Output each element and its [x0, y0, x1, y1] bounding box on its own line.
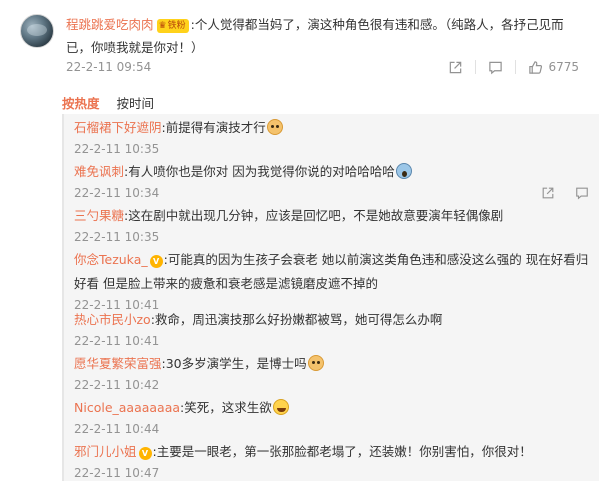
reply-text: :30多岁演学生，是博士吗: [161, 356, 307, 371]
doge-emoji-icon: [307, 355, 324, 371]
reply-time: 22-2-11 10:34: [74, 186, 160, 200]
reply-text: :有人喷你也是你对 因为我觉得你说的对哈哈哈哈: [124, 164, 395, 179]
like-button[interactable]: 6775: [528, 60, 579, 75]
reply-time: 22-2-11 10:42: [74, 378, 160, 392]
reply-list: 石榴裙下好遮阴:前提得有演技才行 22-2-11 10:35 难免讽刺:有人喷你…: [62, 114, 599, 481]
comment-icon: [489, 61, 503, 74]
reply-username[interactable]: 你念Tezuka_: [74, 252, 148, 267]
reply-text: :救命，周迅演技那么好扮嫩都被骂，她可得怎么办啊: [150, 312, 443, 327]
main-comment-username[interactable]: 程跳跳爱吃肉肉: [66, 17, 154, 32]
reply-username[interactable]: Nicole_aaaaaaaa: [74, 400, 180, 415]
comment-icon[interactable]: [575, 186, 589, 200]
like-icon: [529, 60, 543, 74]
scream-emoji-icon: [395, 163, 412, 179]
reply-item: 三勺果糖:这在剧中就出现几分钟，应该是回忆吧，不是她故意要演年轻偶像剧 22-2…: [74, 204, 589, 246]
vip-badge-icon: V: [138, 447, 152, 460]
reply-item: 石榴裙下好遮阴:前提得有演技才行 22-2-11 10:35: [74, 116, 589, 158]
comment-button[interactable]: [488, 60, 503, 75]
share-icon[interactable]: [541, 186, 555, 200]
reply-time: 22-2-11 10:35: [74, 230, 160, 244]
reply-text: :笑死，这求生欲: [180, 400, 272, 415]
main-comment-time: 22-2-11 09:54: [66, 60, 152, 74]
reply-item: 难免讽刺:有人喷你也是你对 因为我觉得你说的对哈哈哈哈 22-2-11 10:3…: [74, 160, 589, 202]
reply-time: 22-2-11 10:41: [74, 334, 160, 348]
doge-emoji-icon: [266, 119, 283, 135]
reply-item: 热心市民小zo:救命，周迅演技那么好扮嫩都被骂，她可得怎么办啊 22-2-11 …: [74, 308, 589, 350]
reply-item: 邪门儿小姐 V:主要是一眼老，第一张那脸都老塌了，还装嫩！你别害怕，你很对！ 22…: [74, 440, 589, 481]
divider: [475, 60, 477, 74]
reply-item: Nicole_aaaaaaaa:笑死，这求生欲 22-2-11 10:44: [74, 396, 589, 438]
reply-text: :前提得有演技才行: [161, 120, 266, 135]
reply-actions: [541, 186, 589, 200]
reply-username[interactable]: 邪门儿小姐: [74, 444, 137, 459]
reply-username[interactable]: 三勺果糖: [74, 208, 124, 223]
tab-hot[interactable]: 按热度: [62, 96, 100, 111]
reply-item: 愿华夏繁荣富强:30多岁演学生，是博士吗 22-2-11 10:42: [74, 352, 589, 394]
reply-text: :这在剧中就出现几分钟，应该是回忆吧，不是她故意要演年轻偶像剧: [124, 208, 504, 223]
share-button[interactable]: [448, 60, 463, 75]
reply-username[interactable]: 难免讽刺: [74, 164, 124, 179]
avatar[interactable]: [20, 14, 54, 48]
reply-text: :主要是一眼老，第一张那脸都老塌了，还装嫩！你别害怕，你很对！: [152, 444, 532, 459]
sort-tabs: 按热度 按时间: [62, 93, 171, 112]
main-comment: 程跳跳爱吃肉肉 ♛铁粉:个人觉得都当妈了，演这种角色很有违和感。（纯路人，各抒己见…: [0, 0, 599, 82]
reply-time: 22-2-11 10:44: [74, 422, 160, 436]
divider: [515, 60, 517, 74]
like-count: 6775: [548, 60, 579, 74]
main-comment-text: 程跳跳爱吃肉肉 ♛铁粉:个人觉得都当妈了，演这种角色很有违和感。（纯路人，各抒己见…: [66, 13, 586, 59]
reply-username[interactable]: 石榴裙下好遮阴: [74, 120, 162, 135]
reply-username[interactable]: 愿华夏繁荣富强: [74, 356, 162, 371]
crown-icon: ♛: [158, 21, 167, 31]
comment-actions: 6775: [448, 58, 579, 76]
reply-time: 22-2-11 10:35: [74, 142, 160, 156]
reply-item: 你念Tezuka_ V:可能真的因为生孩子会衰老 她以前演这类角色违和感没这么强的…: [74, 248, 589, 314]
fan-badge[interactable]: ♛铁粉: [156, 19, 189, 33]
vip-badge-icon: V: [149, 255, 163, 268]
tab-time[interactable]: 按时间: [117, 96, 155, 111]
reply-username[interactable]: 热心市民小zo: [74, 312, 151, 327]
fan-badge-label: 铁粉: [167, 21, 186, 31]
laugh-emoji-icon: [272, 399, 289, 415]
share-icon: [450, 61, 462, 73]
reply-time: 22-2-11 10:47: [74, 466, 160, 480]
